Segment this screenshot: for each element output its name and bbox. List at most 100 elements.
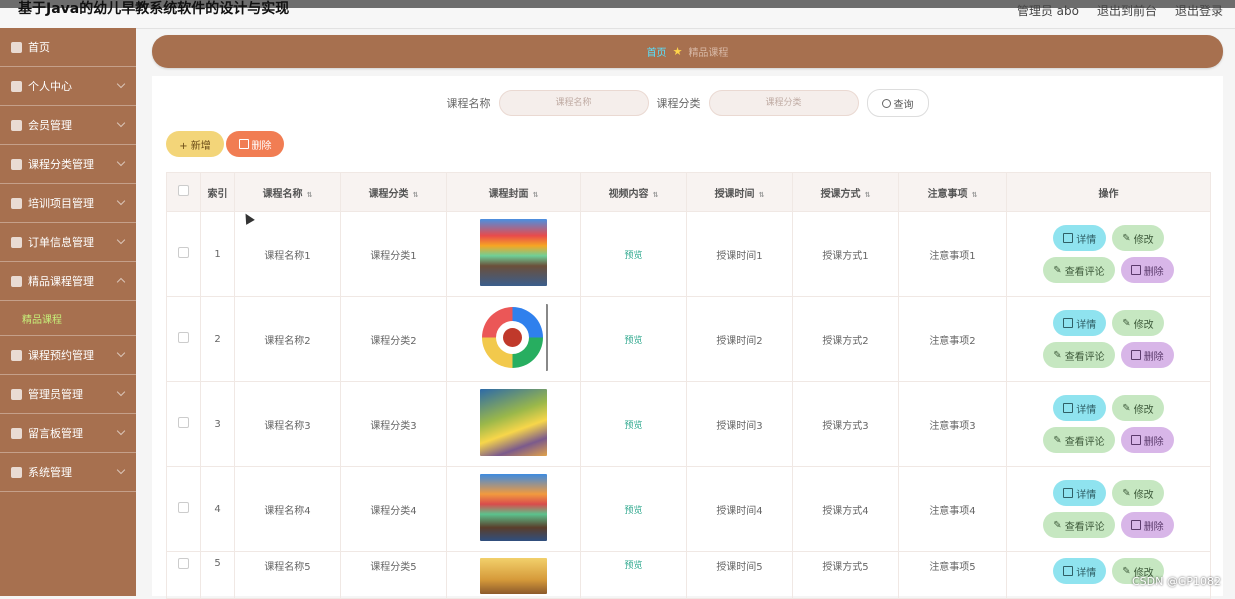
row-course-name: 课程名称4 [234, 466, 341, 552]
video-preview-link[interactable]: 预览 [624, 336, 642, 346]
trash-icon [1130, 265, 1141, 275]
sort-icon[interactable]: ⇅ [759, 191, 765, 199]
view-comments-label: 查看评论 [1064, 351, 1105, 363]
view-comments-button[interactable]: ✎ 查看评论 [1043, 427, 1115, 453]
location-icon [11, 197, 22, 209]
row-delete-label: 删除 [1143, 351, 1164, 363]
row-delete-button[interactable]: 删除 [1120, 427, 1174, 453]
row-delete-button[interactable]: 删除 [1120, 342, 1174, 368]
sidebar-item-label: 精品课程管理 [28, 275, 94, 288]
column-header-label: 课程名称 [262, 188, 303, 200]
detail-button[interactable]: 详情 [1053, 395, 1107, 421]
column-header-notes[interactable]: 注意事项 ⇅ [898, 172, 1007, 212]
app-title: 基于Java的幼儿早教系统软件的设计与实现 [18, 1, 290, 17]
edit-button[interactable]: ✎ 修改 [1112, 310, 1164, 336]
row-course-name: 课程名称3 [234, 381, 341, 467]
column-header-method[interactable]: 授课方式 ⇅ [792, 172, 899, 212]
video-preview-link[interactable]: 预览 [624, 506, 642, 516]
row-course-notes: 注意事项2 [898, 296, 1007, 382]
detail-button[interactable]: 详情 [1053, 558, 1107, 584]
exit-to-front-link[interactable]: 退出到前台 [1097, 2, 1157, 19]
edit-button[interactable]: ✎ 修改 [1112, 225, 1164, 251]
sort-icon[interactable]: ⇅ [533, 191, 539, 199]
row-checkbox[interactable] [178, 247, 189, 258]
chevron-down-icon [116, 465, 126, 475]
sort-icon[interactable]: ⇅ [865, 191, 871, 199]
video-preview-link[interactable]: 预览 [624, 251, 642, 261]
add-button[interactable]: + 新增 [166, 131, 224, 157]
sidebar-item-course-category-management[interactable]: 课程分类管理 [0, 145, 136, 184]
sidebar-item-premium-course-management[interactable]: 精品课程管理 [0, 262, 136, 301]
list-icon [11, 119, 22, 131]
sidebar-subitem-premium-course[interactable]: 精品课程 [0, 301, 136, 336]
view-comments-button[interactable]: ✎ 查看评论 [1043, 342, 1115, 368]
sort-icon[interactable]: ⇅ [972, 191, 978, 199]
row-checkbox[interactable] [178, 417, 189, 428]
row-course-method: 授课方式3 [792, 381, 899, 467]
home-icon [11, 41, 22, 53]
row-checkbox[interactable] [178, 502, 189, 513]
sidebar-item-training-project-management[interactable]: 培训项目管理 [0, 184, 136, 223]
course-category-input[interactable] [708, 90, 859, 116]
sidebar: 首页 个人中心 会员管理 课程分类管理 培训项目管理 订单信息管理 精品课程管理… [0, 28, 136, 596]
sidebar-item-member-management[interactable]: 会员管理 [0, 106, 136, 145]
bulk-delete-button[interactable]: 删除 [226, 131, 284, 157]
circle-icon [11, 275, 22, 287]
row-checkbox[interactable] [178, 558, 189, 569]
sidebar-item-home[interactable]: 首页 [0, 28, 136, 67]
sidebar-item-course-booking-management[interactable]: 课程预约管理 [0, 336, 136, 375]
row-checkbox[interactable] [178, 332, 189, 343]
select-all-checkbox[interactable] [178, 185, 189, 196]
course-name-input[interactable] [498, 90, 649, 116]
row-delete-button[interactable]: 删除 [1120, 512, 1174, 538]
column-header-time[interactable]: 授课时间 ⇅ [686, 172, 793, 212]
sort-icon[interactable]: ⇅ [307, 191, 313, 199]
sort-icon[interactable]: ⇅ [413, 191, 419, 199]
edit-button[interactable]: ✎ 修改 [1112, 480, 1164, 506]
row-course-method: 授课方式2 [792, 296, 899, 382]
detail-button[interactable]: 详情 [1053, 225, 1107, 251]
sidebar-item-order-info-management[interactable]: 订单信息管理 [0, 223, 136, 262]
detail-button[interactable]: 详情 [1053, 310, 1107, 336]
trash-icon [1130, 350, 1141, 360]
search-icon [881, 98, 891, 108]
chevron-down-icon [116, 118, 126, 128]
edit-button[interactable]: ✎ 修改 [1112, 395, 1164, 421]
video-preview-link[interactable]: 预览 [624, 561, 642, 571]
row-index: 3 [200, 381, 235, 467]
table-row: 5 课程名称5 课程分类5 预览 授课时间5 授课方式5 注意事项5 详情 ✎ 修… [166, 551, 1211, 599]
column-header-video[interactable]: 视频内容 ⇅ [580, 172, 687, 212]
column-header-course-cover[interactable]: 课程封面 ⇅ [446, 172, 581, 212]
column-header-course-category[interactable]: 课程分类 ⇅ [340, 172, 447, 212]
sidebar-item-label: 课程预约管理 [28, 349, 94, 362]
breadcrumb-current: 精品课程 [688, 48, 729, 59]
detail-button-label: 详情 [1076, 404, 1097, 416]
admin-icon [11, 388, 22, 400]
column-header-actions: 操作 [1006, 172, 1211, 212]
row-course-category: 课程分类3 [340, 381, 447, 467]
row-delete-label: 删除 [1143, 436, 1164, 448]
course-name-label: 课程名称 [446, 97, 491, 110]
row-course-time: 授课时间3 [686, 381, 793, 467]
query-button[interactable]: 查询 [866, 89, 929, 117]
column-header-course-name[interactable]: 课程名称 ⇅ [234, 172, 341, 212]
sort-icon[interactable]: ⇅ [653, 191, 659, 199]
row-course-notes: 注意事项1 [898, 211, 1007, 297]
sidebar-item-message-board-management[interactable]: 留言板管理 [0, 414, 136, 453]
detail-button[interactable]: 详情 [1053, 480, 1107, 506]
sidebar-item-system-management[interactable]: 系统管理 [0, 453, 136, 492]
chevron-down-icon [116, 157, 126, 167]
sidebar-item-personal-center[interactable]: 个人中心 [0, 67, 136, 106]
breadcrumb-home-link[interactable]: 首页 [647, 44, 667, 59]
select-all-header[interactable] [166, 172, 201, 212]
watermark: CSDN @GP1082 [1131, 575, 1221, 588]
video-preview-link[interactable]: 预览 [624, 421, 642, 431]
row-delete-button[interactable]: 删除 [1120, 257, 1174, 283]
sidebar-item-admin-management[interactable]: 管理员管理 [0, 375, 136, 414]
document-icon [1063, 488, 1074, 498]
view-comments-button[interactable]: ✎ 查看评论 [1043, 512, 1115, 538]
view-comments-button[interactable]: ✎ 查看评论 [1043, 257, 1115, 283]
logout-link[interactable]: 退出登录 [1175, 2, 1223, 19]
sidebar-item-label: 会员管理 [28, 119, 72, 132]
row-actions: 详情 ✎ 修改 ✎ 查看评论 删除 [1007, 225, 1210, 283]
